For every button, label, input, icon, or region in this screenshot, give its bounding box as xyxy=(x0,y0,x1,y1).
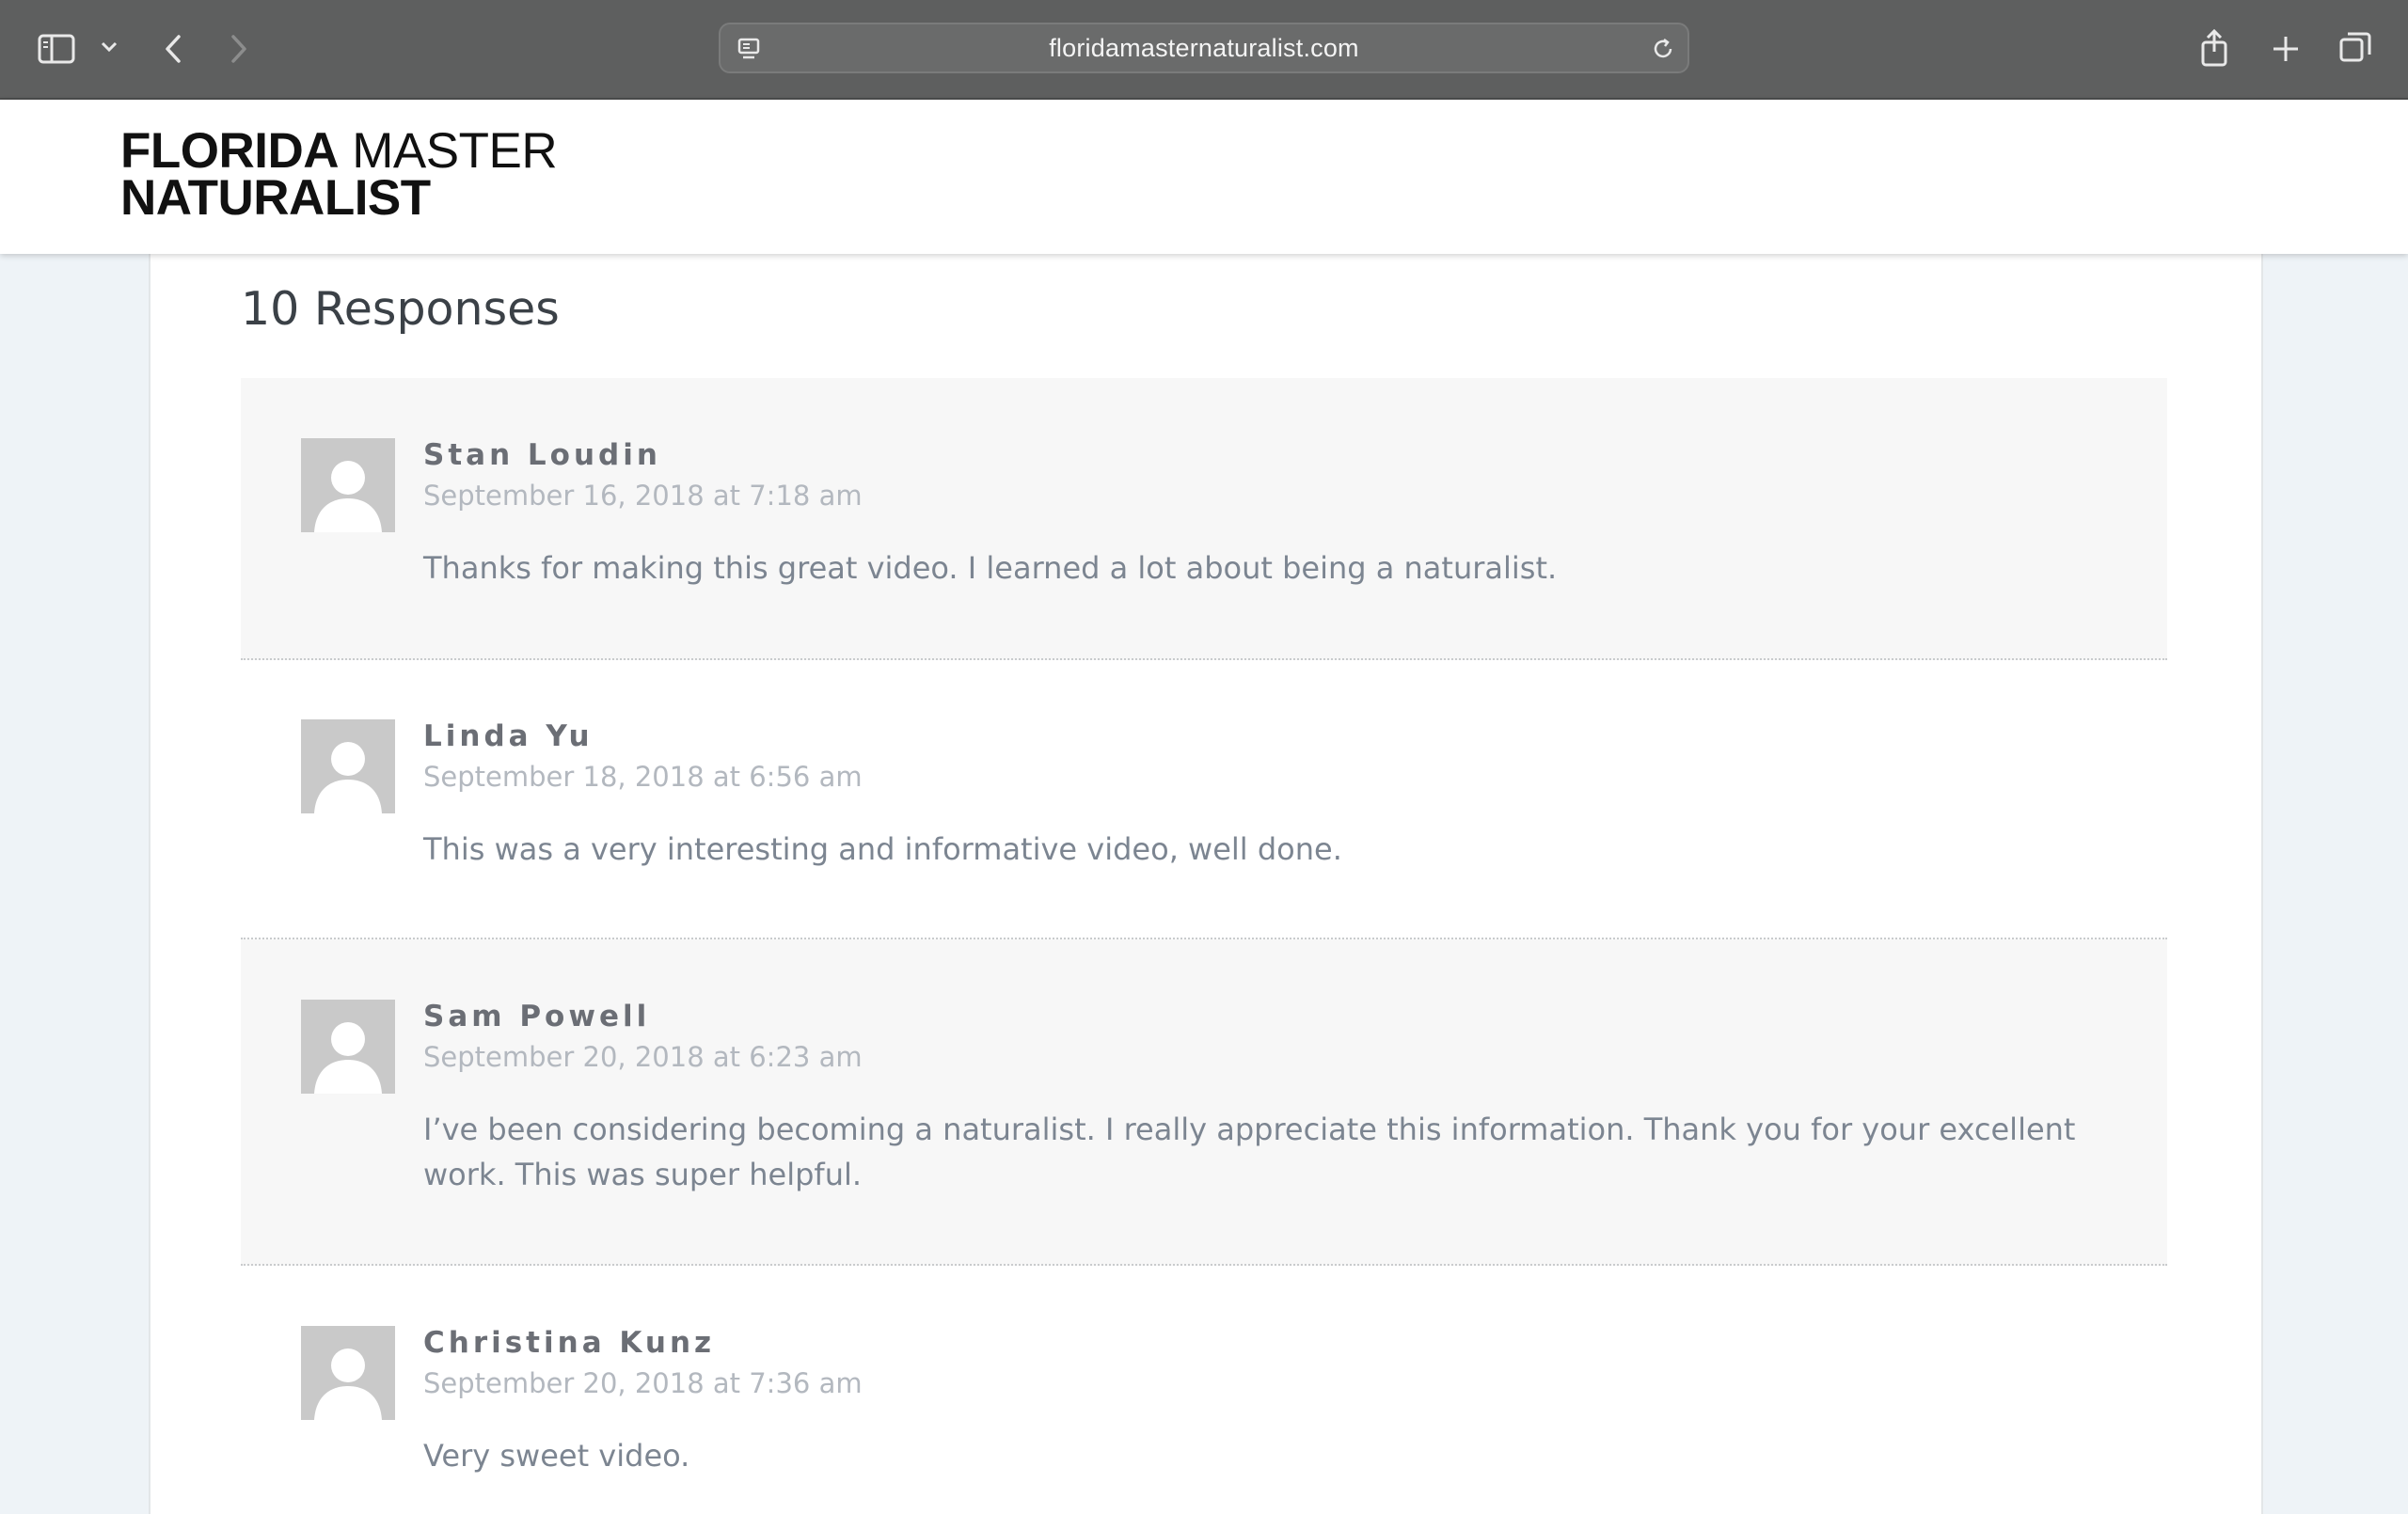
comment-date[interactable]: September 18, 2018 at 6:56 am xyxy=(423,761,863,793)
comment-author[interactable]: Linda Yu xyxy=(423,719,594,753)
share-icon[interactable] xyxy=(2195,26,2233,70)
avatar xyxy=(301,719,395,813)
address-bar[interactable]: floridamasternaturalist.com xyxy=(719,23,1689,73)
site-logo[interactable]: FLORIDA MASTER NATURALIST xyxy=(120,126,558,223)
browser-toolbar: floridamasternaturalist.com xyxy=(0,0,2408,100)
comment-date[interactable]: September 20, 2018 at 6:23 am xyxy=(423,1041,863,1073)
comment-item: Christina Kunz September 20, 2018 at 7:3… xyxy=(241,1266,2167,1505)
forward-icon[interactable] xyxy=(224,30,254,68)
url-text[interactable]: floridamasternaturalist.com xyxy=(721,24,1687,71)
chevron-down-icon[interactable] xyxy=(98,36,120,58)
back-icon[interactable] xyxy=(158,30,188,68)
new-tab-icon[interactable] xyxy=(2267,30,2305,68)
comment-date[interactable]: September 20, 2018 at 7:36 am xyxy=(423,1367,863,1399)
comment-text: Very sweet video. xyxy=(423,1438,690,1474)
sidebar-icon[interactable] xyxy=(36,30,77,68)
responses-heading: 10 Responses xyxy=(241,282,560,336)
avatar xyxy=(301,1000,395,1094)
comment-item: Sam Powell September 20, 2018 at 6:23 am… xyxy=(241,939,2167,1266)
tab-overview-icon[interactable] xyxy=(2337,28,2374,66)
logo-word-naturalist: NATURALIST xyxy=(120,170,431,226)
avatar xyxy=(301,1326,395,1420)
comment-date[interactable]: September 16, 2018 at 7:18 am xyxy=(423,480,863,512)
comment-item: Stan Loudin September 16, 2018 at 7:18 a… xyxy=(241,378,2167,660)
comment-author[interactable]: Sam Powell xyxy=(423,1000,650,1033)
avatar xyxy=(301,438,395,532)
comment-text: This was a very interesting and informat… xyxy=(423,831,1342,867)
site-header: FLORIDA MASTER NATURALIST xyxy=(0,100,2408,254)
comment-text: I’ve been considering becoming a natural… xyxy=(423,1112,2076,1192)
comment-text: Thanks for making this great video. I le… xyxy=(423,550,1558,586)
reload-icon[interactable] xyxy=(1650,36,1676,62)
comment-item: Linda Yu September 18, 2018 at 6:56 am T… xyxy=(241,659,2167,939)
comment-author[interactable]: Christina Kunz xyxy=(423,1326,715,1360)
comment-author[interactable]: Stan Loudin xyxy=(423,438,661,472)
